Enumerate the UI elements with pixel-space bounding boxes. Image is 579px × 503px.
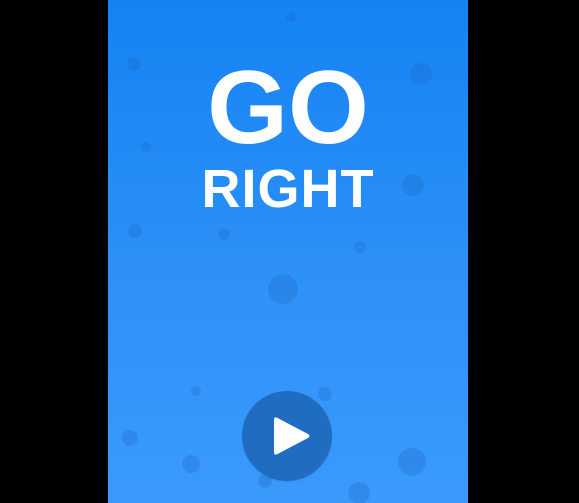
background-bubble [122,430,138,446]
background-bubble [218,228,230,240]
background-bubble [191,386,201,396]
background-bubble [286,12,296,22]
background-bubble [398,448,426,476]
letterbox-left [0,0,108,503]
game-title-go: GO [207,50,369,166]
game-title-right: RIGHT [201,159,375,219]
play-button[interactable] [242,391,332,481]
letterbox-right [468,0,579,503]
play-icon [274,417,310,455]
background-bubble [268,274,298,304]
background-bubble [348,482,370,503]
background-bubble [128,224,142,238]
game-canvas: GO RIGHT [108,0,468,503]
background-bubble [354,241,366,253]
background-bubble [182,455,200,473]
